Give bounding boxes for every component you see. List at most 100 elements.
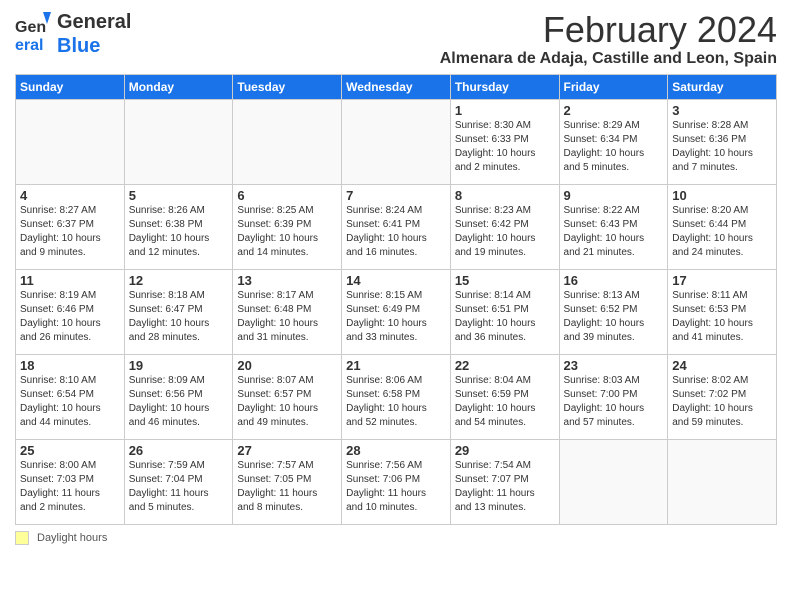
day-info: Sunrise: 8:04 AM Sunset: 6:59 PM Dayligh… xyxy=(455,374,555,430)
day-info: Sunrise: 7:59 AM Sunset: 7:04 PM Dayligh… xyxy=(129,459,229,515)
day-number: 11 xyxy=(20,273,120,288)
day-info: Sunrise: 8:03 AM Sunset: 7:00 PM Dayligh… xyxy=(564,374,664,430)
calendar-cell xyxy=(559,439,668,524)
svg-text:Gen: Gen xyxy=(15,19,46,36)
calendar-cell xyxy=(342,99,451,184)
day-number: 4 xyxy=(20,188,120,203)
calendar-cell xyxy=(233,99,342,184)
calendar-cell: 1Sunrise: 8:30 AM Sunset: 6:33 PM Daylig… xyxy=(450,99,559,184)
calendar-cell: 7Sunrise: 8:24 AM Sunset: 6:41 PM Daylig… xyxy=(342,184,451,269)
day-info: Sunrise: 8:06 AM Sunset: 6:58 PM Dayligh… xyxy=(346,374,446,430)
weekday-header-tuesday: Tuesday xyxy=(233,74,342,99)
week-row-2: 4Sunrise: 8:27 AM Sunset: 6:37 PM Daylig… xyxy=(16,184,777,269)
day-info: Sunrise: 8:22 AM Sunset: 6:43 PM Dayligh… xyxy=(564,204,664,260)
day-number: 28 xyxy=(346,443,446,458)
day-number: 17 xyxy=(672,273,772,288)
day-number: 7 xyxy=(346,188,446,203)
day-info: Sunrise: 8:24 AM Sunset: 6:41 PM Dayligh… xyxy=(346,204,446,260)
day-number: 14 xyxy=(346,273,446,288)
day-number: 3 xyxy=(672,103,772,118)
calendar-cell: 12Sunrise: 8:18 AM Sunset: 6:47 PM Dayli… xyxy=(124,269,233,354)
day-info: Sunrise: 8:10 AM Sunset: 6:54 PM Dayligh… xyxy=(20,374,120,430)
legend-label: Daylight hours xyxy=(37,532,107,544)
calendar-cell: 14Sunrise: 8:15 AM Sunset: 6:49 PM Dayli… xyxy=(342,269,451,354)
day-info: Sunrise: 7:56 AM Sunset: 7:06 PM Dayligh… xyxy=(346,459,446,515)
calendar-cell xyxy=(668,439,777,524)
day-info: Sunrise: 8:23 AM Sunset: 6:42 PM Dayligh… xyxy=(455,204,555,260)
day-number: 22 xyxy=(455,358,555,373)
calendar-cell: 6Sunrise: 8:25 AM Sunset: 6:39 PM Daylig… xyxy=(233,184,342,269)
day-number: 5 xyxy=(129,188,229,203)
week-row-5: 25Sunrise: 8:00 AM Sunset: 7:03 PM Dayli… xyxy=(16,439,777,524)
weekday-header-thursday: Thursday xyxy=(450,74,559,99)
day-number: 23 xyxy=(564,358,664,373)
day-number: 25 xyxy=(20,443,120,458)
day-info: Sunrise: 8:20 AM Sunset: 6:44 PM Dayligh… xyxy=(672,204,772,260)
day-info: Sunrise: 8:29 AM Sunset: 6:34 PM Dayligh… xyxy=(564,119,664,175)
day-info: Sunrise: 8:19 AM Sunset: 6:46 PM Dayligh… xyxy=(20,289,120,345)
day-info: Sunrise: 8:02 AM Sunset: 7:02 PM Dayligh… xyxy=(672,374,772,430)
day-info: Sunrise: 8:15 AM Sunset: 6:49 PM Dayligh… xyxy=(346,289,446,345)
month-title: February 2024 xyxy=(440,10,777,50)
day-number: 27 xyxy=(237,443,337,458)
day-info: Sunrise: 8:14 AM Sunset: 6:51 PM Dayligh… xyxy=(455,289,555,345)
calendar-cell: 25Sunrise: 8:00 AM Sunset: 7:03 PM Dayli… xyxy=(16,439,125,524)
day-info: Sunrise: 8:25 AM Sunset: 6:39 PM Dayligh… xyxy=(237,204,337,260)
weekday-header-saturday: Saturday xyxy=(668,74,777,99)
day-info: Sunrise: 8:27 AM Sunset: 6:37 PM Dayligh… xyxy=(20,204,120,260)
day-number: 24 xyxy=(672,358,772,373)
legend-area: Daylight hours xyxy=(15,531,777,545)
calendar-cell xyxy=(16,99,125,184)
calendar-cell: 21Sunrise: 8:06 AM Sunset: 6:58 PM Dayli… xyxy=(342,354,451,439)
day-info: Sunrise: 7:54 AM Sunset: 7:07 PM Dayligh… xyxy=(455,459,555,515)
day-number: 2 xyxy=(564,103,664,118)
calendar-body: 1Sunrise: 8:30 AM Sunset: 6:33 PM Daylig… xyxy=(16,99,777,524)
calendar-table: SundayMondayTuesdayWednesdayThursdayFrid… xyxy=(15,74,777,525)
weekday-header-monday: Monday xyxy=(124,74,233,99)
day-info: Sunrise: 8:26 AM Sunset: 6:38 PM Dayligh… xyxy=(129,204,229,260)
week-row-3: 11Sunrise: 8:19 AM Sunset: 6:46 PM Dayli… xyxy=(16,269,777,354)
day-number: 18 xyxy=(20,358,120,373)
day-number: 6 xyxy=(237,188,337,203)
weekday-header-wednesday: Wednesday xyxy=(342,74,451,99)
day-number: 10 xyxy=(672,188,772,203)
day-info: Sunrise: 7:57 AM Sunset: 7:05 PM Dayligh… xyxy=(237,459,337,515)
day-number: 8 xyxy=(455,188,555,203)
day-number: 1 xyxy=(455,103,555,118)
weekday-header-sunday: Sunday xyxy=(16,74,125,99)
legend-box xyxy=(15,531,29,545)
calendar-cell: 20Sunrise: 8:07 AM Sunset: 6:57 PM Dayli… xyxy=(233,354,342,439)
calendar-cell: 10Sunrise: 8:20 AM Sunset: 6:44 PM Dayli… xyxy=(668,184,777,269)
calendar-cell: 19Sunrise: 8:09 AM Sunset: 6:56 PM Dayli… xyxy=(124,354,233,439)
calendar-cell: 13Sunrise: 8:17 AM Sunset: 6:48 PM Dayli… xyxy=(233,269,342,354)
title-area: February 2024 Almenara de Adaja, Castill… xyxy=(440,10,777,68)
calendar-cell xyxy=(124,99,233,184)
day-number: 19 xyxy=(129,358,229,373)
calendar-cell: 3Sunrise: 8:28 AM Sunset: 6:36 PM Daylig… xyxy=(668,99,777,184)
page-header: Gen eral General Blue February 2024 Alme… xyxy=(15,10,777,68)
week-row-1: 1Sunrise: 8:30 AM Sunset: 6:33 PM Daylig… xyxy=(16,99,777,184)
weekday-header-friday: Friday xyxy=(559,74,668,99)
calendar-cell: 5Sunrise: 8:26 AM Sunset: 6:38 PM Daylig… xyxy=(124,184,233,269)
day-info: Sunrise: 8:11 AM Sunset: 6:53 PM Dayligh… xyxy=(672,289,772,345)
calendar-cell: 8Sunrise: 8:23 AM Sunset: 6:42 PM Daylig… xyxy=(450,184,559,269)
day-number: 26 xyxy=(129,443,229,458)
day-info: Sunrise: 8:30 AM Sunset: 6:33 PM Dayligh… xyxy=(455,119,555,175)
day-number: 12 xyxy=(129,273,229,288)
calendar-cell: 15Sunrise: 8:14 AM Sunset: 6:51 PM Dayli… xyxy=(450,269,559,354)
logo-general-text: General xyxy=(57,11,131,33)
calendar-cell: 9Sunrise: 8:22 AM Sunset: 6:43 PM Daylig… xyxy=(559,184,668,269)
day-number: 15 xyxy=(455,273,555,288)
calendar-cell: 23Sunrise: 8:03 AM Sunset: 7:00 PM Dayli… xyxy=(559,354,668,439)
day-info: Sunrise: 8:07 AM Sunset: 6:57 PM Dayligh… xyxy=(237,374,337,430)
calendar-cell: 22Sunrise: 8:04 AM Sunset: 6:59 PM Dayli… xyxy=(450,354,559,439)
day-info: Sunrise: 8:18 AM Sunset: 6:47 PM Dayligh… xyxy=(129,289,229,345)
day-info: Sunrise: 8:17 AM Sunset: 6:48 PM Dayligh… xyxy=(237,289,337,345)
calendar-cell: 26Sunrise: 7:59 AM Sunset: 7:04 PM Dayli… xyxy=(124,439,233,524)
day-number: 21 xyxy=(346,358,446,373)
logo-svg: Gen eral xyxy=(15,12,51,56)
week-row-4: 18Sunrise: 8:10 AM Sunset: 6:54 PM Dayli… xyxy=(16,354,777,439)
logo-blue-text: Blue xyxy=(57,35,100,57)
calendar-cell: 24Sunrise: 8:02 AM Sunset: 7:02 PM Dayli… xyxy=(668,354,777,439)
day-info: Sunrise: 8:13 AM Sunset: 6:52 PM Dayligh… xyxy=(564,289,664,345)
